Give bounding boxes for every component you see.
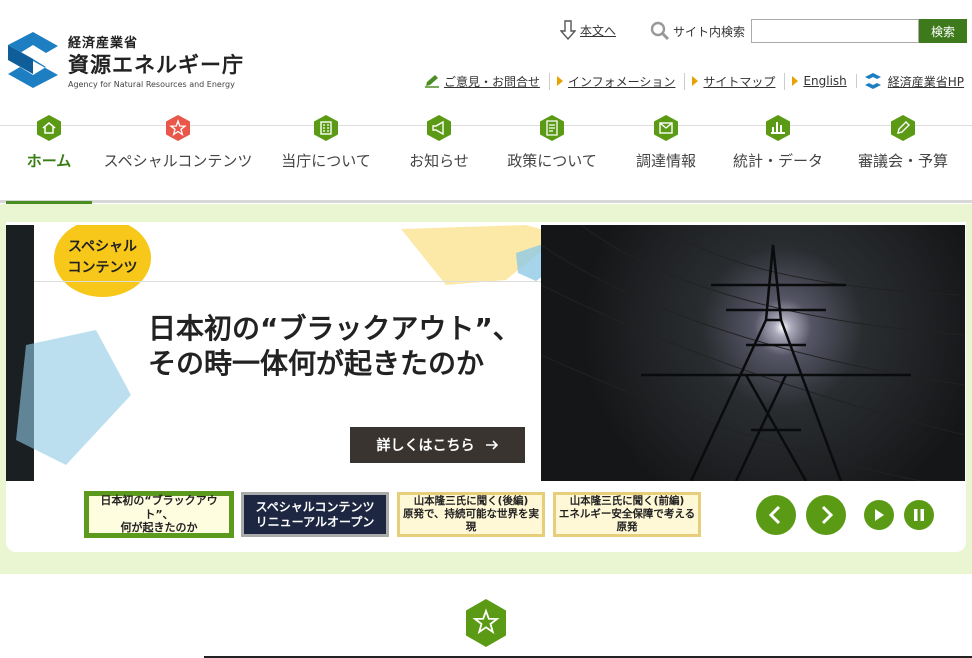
slide-thumb-2[interactable]: スペシャルコンテンツ リニューアルオープン <box>241 492 389 537</box>
util-link-english[interactable]: English <box>785 74 857 88</box>
util-link-label: 経済産業省HP <box>887 74 965 89</box>
pause-icon <box>914 509 924 521</box>
chevron-left-icon <box>768 505 781 525</box>
power-tower-drawing <box>540 225 965 481</box>
nav-item-special[interactable]: スペシャルコンテンツ <box>103 115 253 204</box>
nav-item-procurement[interactable]: 調達情報 <box>630 115 702 204</box>
triangle-icon <box>792 76 799 86</box>
bar-chart-icon <box>766 115 790 141</box>
badge-line: コンテンツ <box>67 260 138 276</box>
slide-thumbnails: 日本初の“ブラックアウト”、 何が起きたのか スペシャルコンテンツ リニューアル… <box>84 491 701 538</box>
nav-item-label: ホーム <box>26 152 72 170</box>
slide-thumb-1[interactable]: 日本初の“ブラックアウト”、 何が起きたのか <box>84 491 234 538</box>
nav-item-label: 統計・データ <box>732 152 823 170</box>
triangle-icon <box>557 76 564 86</box>
next-slide-button[interactable] <box>806 495 846 535</box>
building-icon <box>314 115 338 141</box>
star-section-icon <box>466 599 506 647</box>
util-link-label: ご意見・お問合せ <box>444 74 541 89</box>
triangle-icon <box>692 76 699 86</box>
site-search: サイト内検索 検索 <box>650 19 968 43</box>
play-icon <box>875 509 884 521</box>
home-icon <box>37 115 61 141</box>
search-icon <box>650 21 670 41</box>
thumb-line: 山本隆三氏に聞く(後編) <box>413 494 529 507</box>
nav-item-label: 当庁について <box>281 152 371 170</box>
detail-button[interactable]: 詳しくはこちら <box>350 427 525 463</box>
skip-to-content-link[interactable]: 本文へ <box>560 20 616 40</box>
util-link-label: サイトマップ <box>703 74 776 89</box>
megaphone-icon <box>427 115 451 141</box>
site-logo[interactable]: 経済産業省 資源エネルギー庁 Agency for Natural Resour… <box>6 30 244 90</box>
util-link-label: English <box>803 74 847 88</box>
prev-slide-button[interactable] <box>756 495 796 535</box>
site-header: 経済産業省 資源エネルギー庁 Agency for Natural Resour… <box>0 0 972 125</box>
nav-item-statistics[interactable]: 統計・データ <box>728 115 828 204</box>
util-link-sitemap[interactable]: サイトマップ <box>685 72 786 90</box>
logo-agency-en: Agency for Natural Resources and Energy <box>68 79 235 89</box>
thumb-line: 原発で、持続可能な世界を実現 <box>402 507 540 534</box>
slide-thumb-4[interactable]: 山本隆三氏に聞く(前編) エネルギー安全保障で考える原発 <box>553 492 701 537</box>
chevron-right-icon <box>821 505 834 525</box>
badge-line: スペシャル <box>67 239 138 255</box>
nav-item-news[interactable]: お知らせ <box>398 115 480 204</box>
main-navigation: ホーム スペシャルコンテンツ 当庁について お知らせ 政策について 調達情報 統… <box>0 115 972 204</box>
thumb-line: エネルギー安全保障で考える原発 <box>558 507 696 534</box>
logo-agency-text: 資源エネルギー庁 <box>68 52 244 77</box>
envelope-icon <box>654 115 678 141</box>
util-link-label: インフォメーション <box>568 74 676 89</box>
thumb-line: 日本初の“ブラックアウト”、 <box>100 493 218 521</box>
nav-item-label: 審議会・予算 <box>857 152 948 170</box>
search-button[interactable]: 検索 <box>919 19 968 43</box>
pencil-icon <box>891 115 915 141</box>
util-link-contact[interactable]: ご意見・お問合せ <box>417 72 551 90</box>
hero-slide[interactable]: スペシャルコンテンツ 日本初の“ブラックアウト”、 その時一体何が起きたのか 詳… <box>6 225 965 481</box>
pencil-icon <box>425 75 439 88</box>
agency-logo-icon <box>8 32 58 88</box>
pause-button[interactable] <box>904 500 934 530</box>
slide-thumb-3[interactable]: 山本隆三氏に聞く(後編) 原発で、持続可能な世界を実現 <box>397 492 545 537</box>
thumb-line: 山本隆三氏に聞く(前編) <box>569 494 685 507</box>
thumb-line: リニューアルオープン <box>255 514 375 529</box>
nav-item-home[interactable]: ホーム <box>6 115 92 204</box>
utility-links: ご意見・お問合せ インフォメーション サイトマップ English 経済産業省H… <box>417 72 964 90</box>
skip-link-label: 本文へ <box>580 23 617 38</box>
power-tower-photo <box>540 225 965 481</box>
star-icon <box>166 115 190 141</box>
util-link-meti[interactable]: 経済産業省HP <box>857 72 964 90</box>
search-input[interactable] <box>751 19 920 43</box>
headline-line: その時一体何が起きたのか <box>148 347 485 380</box>
nav-item-policy[interactable]: 政策について <box>500 115 604 204</box>
arrow-right-icon <box>485 440 498 450</box>
thumb-line: スペシャルコンテンツ <box>255 499 375 514</box>
nav-item-label: 調達情報 <box>635 152 696 170</box>
hero-headline: 日本初の“ブラックアウト”、 その時一体何が起きたのか <box>148 311 521 381</box>
headline-line: 日本初の“ブラックアウト”、 <box>148 312 521 345</box>
divider <box>34 281 541 282</box>
nav-item-label: スペシャルコンテンツ <box>103 152 253 170</box>
util-link-information[interactable]: インフォメーション <box>550 72 686 90</box>
detail-button-label: 詳しくはこちら <box>376 438 475 454</box>
thumb-line: 何が起きたのか <box>120 521 198 535</box>
play-button[interactable] <box>864 500 894 530</box>
arrow-down-icon <box>560 20 576 40</box>
meti-logo-icon <box>864 73 881 89</box>
nav-item-label: お知らせ <box>409 152 469 170</box>
document-icon <box>540 115 564 141</box>
nav-item-label: 政策について <box>507 152 597 170</box>
search-label: サイト内検索 <box>673 24 746 39</box>
nav-item-about[interactable]: 当庁について <box>276 115 376 204</box>
nav-item-council[interactable]: 審議会・予算 <box>852 115 954 204</box>
